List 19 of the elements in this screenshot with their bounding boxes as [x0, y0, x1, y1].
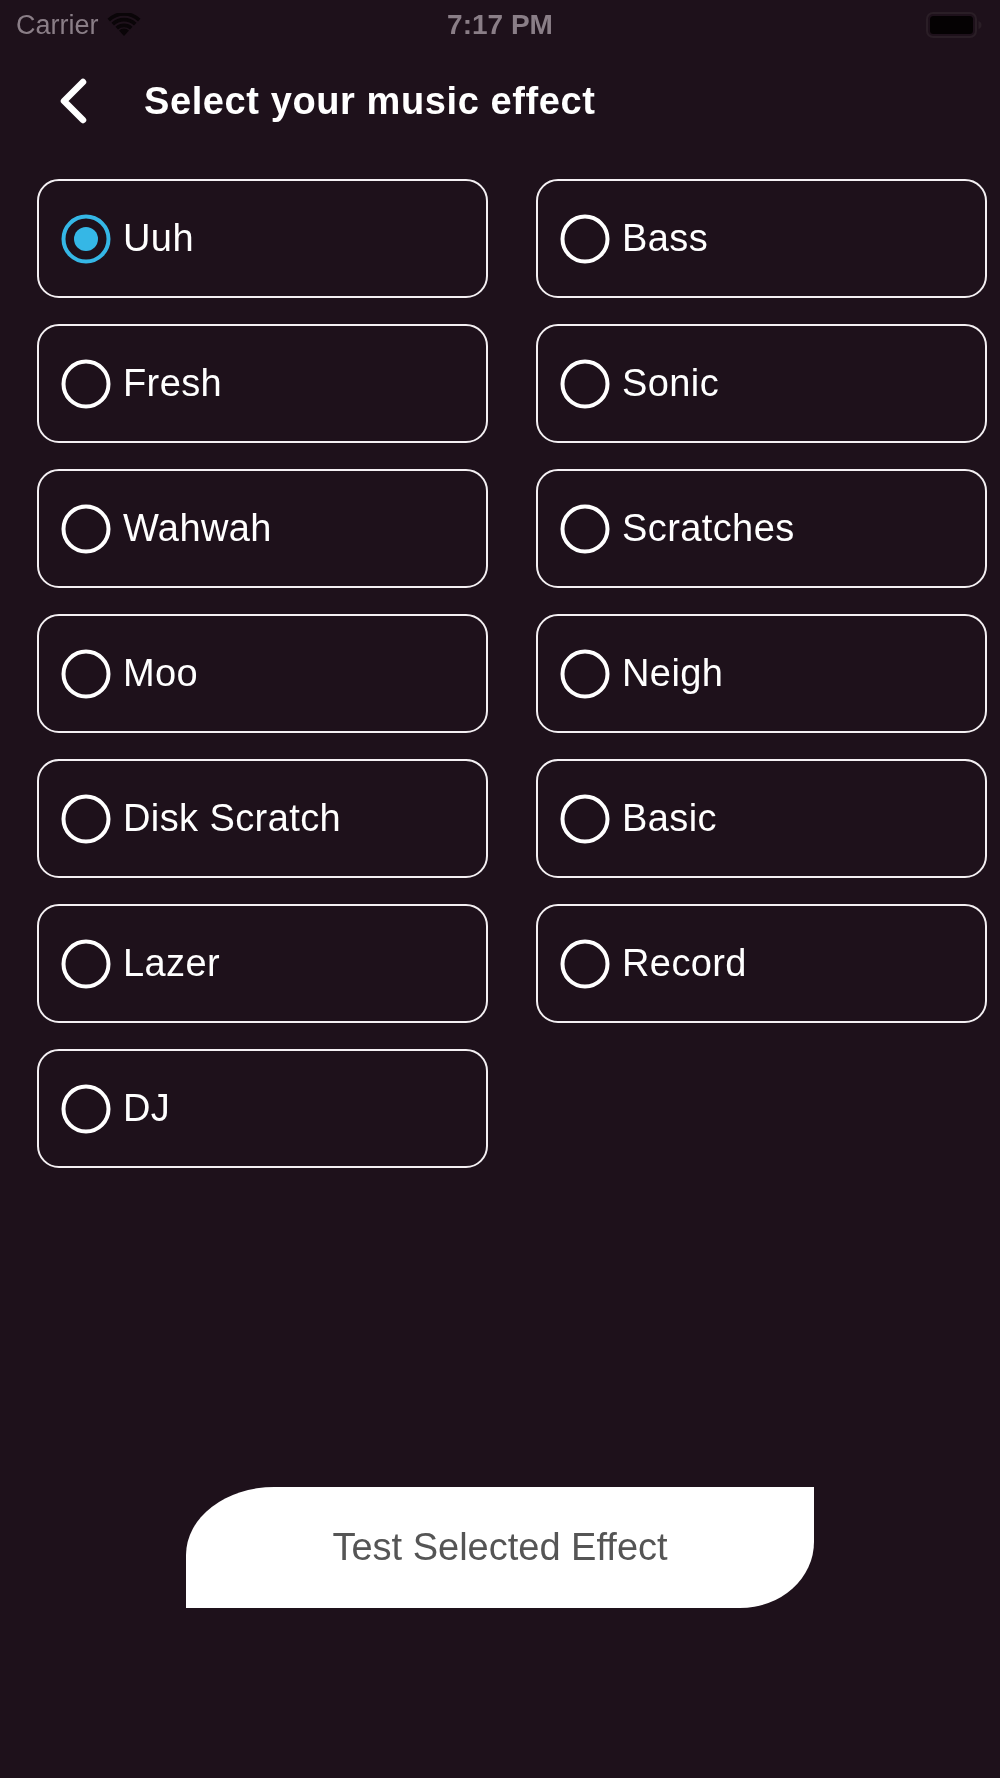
- effect-option[interactable]: Lazer: [37, 904, 488, 1023]
- effect-option[interactable]: Bass: [536, 179, 987, 298]
- effect-option[interactable]: Wahwah: [37, 469, 488, 588]
- effect-option[interactable]: Disk Scratch: [37, 759, 488, 878]
- effect-option[interactable]: Neigh: [536, 614, 987, 733]
- clock-time: 7:17 PM: [447, 9, 553, 41]
- effect-option[interactable]: DJ: [37, 1049, 488, 1168]
- battery-icon: [926, 12, 982, 38]
- effect-option[interactable]: Sonic: [536, 324, 987, 443]
- effect-option[interactable]: Uuh: [37, 179, 488, 298]
- effect-option[interactable]: Record: [536, 904, 987, 1023]
- test-effect-button[interactable]: Test Selected Effect: [186, 1487, 814, 1608]
- effect-option[interactable]: Basic: [536, 759, 987, 878]
- radio-button[interactable]: [61, 213, 111, 264]
- effect-option[interactable]: Fresh: [37, 324, 488, 443]
- page-title: Select your music effect: [144, 79, 596, 123]
- effect-option[interactable]: Scratches: [536, 469, 987, 588]
- carrier-name: Carrier: [16, 9, 99, 41]
- effect-option[interactable]: Moo: [37, 614, 488, 733]
